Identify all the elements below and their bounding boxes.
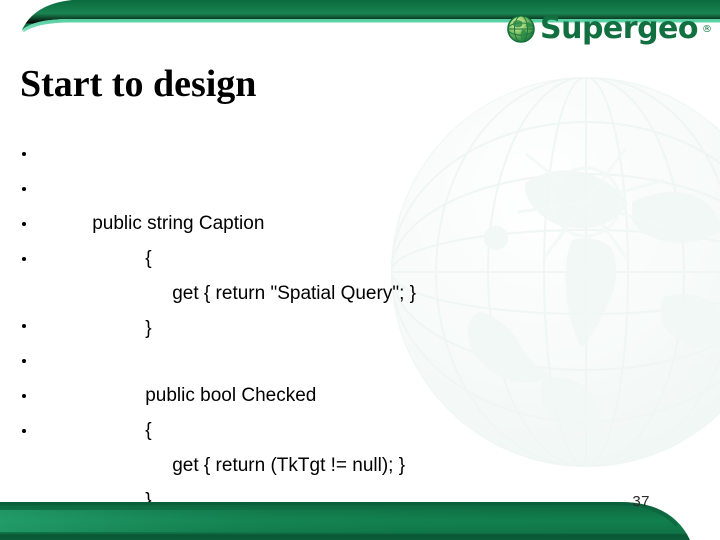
supergeo-logo: Supergeo ®: [506, 14, 712, 44]
bullet-dot-icon: [22, 358, 26, 363]
bullet-dot-icon: [22, 151, 26, 156]
bullet-item: }: [0, 241, 720, 339]
bullet-item: get { return (TkTgt != null); }: [0, 378, 720, 476]
logo-wordmark: Supergeo: [539, 11, 699, 46]
slide-body: public string Caption { get { return "Sp…: [0, 136, 720, 511]
bullet-item: public bool Checked: [0, 308, 720, 406]
slide-canvas: Supergeo ® Start to design public string…: [0, 0, 720, 540]
globe-icon: [507, 15, 535, 43]
bullet-item: }: [0, 413, 720, 511]
code-block-caption: public string Caption { get { return "Sp…: [0, 136, 720, 339]
bullet-dot-icon: [22, 186, 26, 191]
bullet-item: {: [0, 343, 720, 441]
bullet-item: get { return "Spatial Query"; }: [0, 206, 720, 304]
bullet-item: public string Caption: [0, 136, 720, 234]
slide-title: Start to design: [20, 63, 257, 105]
bullet-dot-icon: [22, 221, 26, 226]
bullet-dot-icon: [22, 393, 26, 398]
registered-mark-icon: ®: [702, 24, 712, 35]
bullet-text: get { return (TkTgt != null); }: [172, 455, 406, 476]
bullet-dot-icon: [22, 323, 26, 328]
page-number: 37: [632, 493, 650, 510]
bullet-dot-icon: [22, 428, 26, 433]
bullet-dot-icon: [22, 256, 26, 261]
code-block-checked: public bool Checked { get { return (TkTg…: [0, 308, 720, 511]
bullet-item: {: [0, 171, 720, 269]
bullet-text: get { return "Spatial Query"; }: [172, 283, 416, 304]
bullet-text: }: [145, 490, 152, 511]
